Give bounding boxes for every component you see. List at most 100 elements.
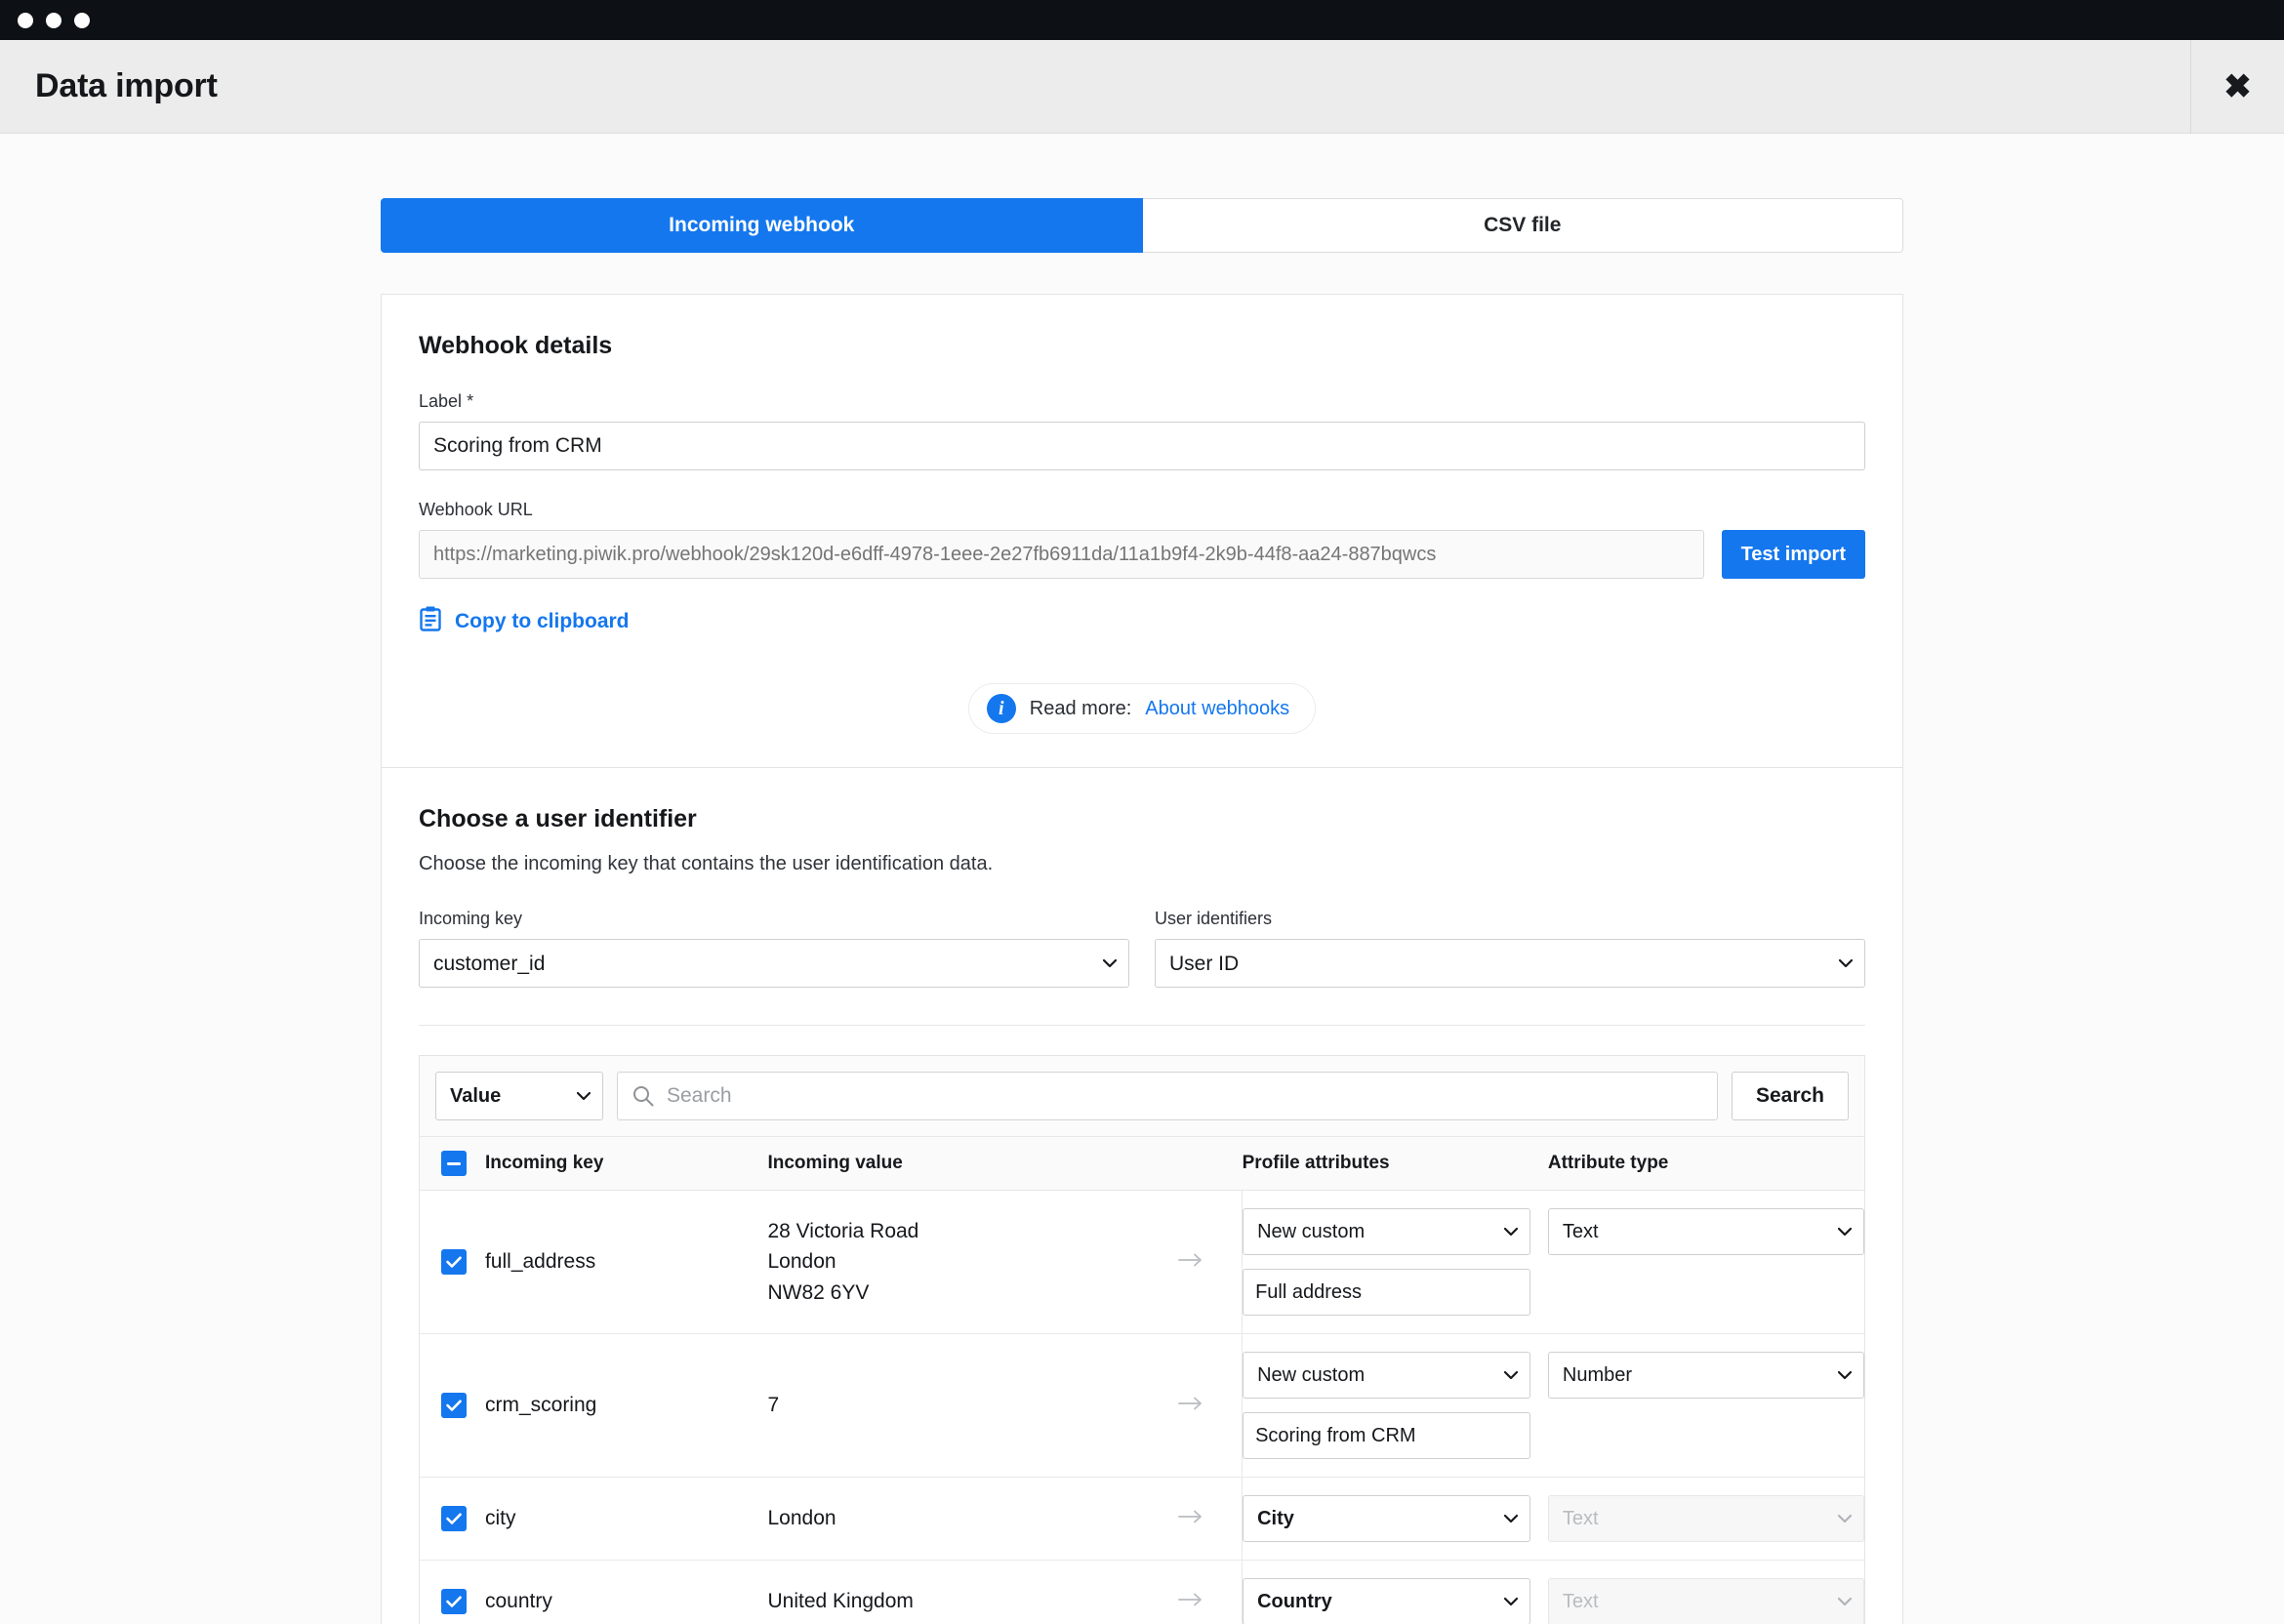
incoming-key-group: Incoming key customer_id — [419, 909, 1129, 988]
identifier-selects-row: Incoming key customer_id User identifier… — [419, 909, 1865, 988]
row-checkbox[interactable] — [441, 1506, 467, 1531]
label-field-label-text: Label — [419, 391, 462, 411]
incoming-key-select-wrap: customer_id — [419, 939, 1129, 988]
mapping-table-block: Value — [419, 1055, 1865, 1624]
attribute-type-select[interactable]: Number — [1548, 1352, 1864, 1399]
traffic-light-maximize[interactable] — [74, 13, 90, 28]
attribute-type-select-wrap: Text — [1548, 1578, 1864, 1624]
attribute-type-select: Text — [1548, 1578, 1864, 1624]
select-all-header-cell — [420, 1137, 485, 1191]
row-attribute-type-cell: Text — [1548, 1478, 1864, 1561]
info-icon: i — [987, 694, 1016, 723]
row-checkbox[interactable] — [441, 1589, 467, 1614]
about-webhooks-link[interactable]: About webhooks — [1145, 698, 1289, 720]
close-button[interactable]: ✖ — [2190, 40, 2284, 133]
mapping-table-body: full_address 28 Victoria Road London NW8… — [420, 1191, 1864, 1624]
row-incoming-key: full_address — [485, 1191, 768, 1334]
col-header-incoming-value: Incoming value — [767, 1137, 1176, 1191]
required-marker: * — [467, 391, 473, 411]
user-identifiers-select-wrap: User ID — [1155, 939, 1865, 988]
row-profile-attributes-cell: City — [1243, 1478, 1548, 1561]
row-arrow-cell — [1177, 1478, 1243, 1561]
profile-attribute-stack: Country — [1243, 1578, 1548, 1624]
user-identifiers-select[interactable]: User ID — [1155, 939, 1865, 988]
row-incoming-value-text: 28 Victoria Road London NW82 6YV — [767, 1220, 918, 1304]
profile-attribute-stack: City — [1243, 1495, 1548, 1542]
attribute-type-select: Text — [1548, 1495, 1864, 1542]
row-incoming-key: crm_scoring — [485, 1334, 768, 1478]
row-incoming-key: city — [485, 1478, 768, 1561]
profile-attribute-select[interactable]: New custom — [1243, 1208, 1530, 1255]
read-more-prefix: Read more: — [1030, 698, 1132, 720]
arrow-right-icon — [1177, 1590, 1204, 1612]
webhook-details-card: Webhook details Label * Webhook URL Test… — [381, 294, 1903, 768]
label-field-label: Label * — [419, 391, 1865, 412]
profile-attribute-stack: New custom — [1243, 1352, 1548, 1459]
row-attribute-type-cell: Text — [1548, 1561, 1864, 1624]
search-button[interactable]: Search — [1732, 1072, 1849, 1120]
label-input[interactable] — [419, 422, 1865, 470]
user-identifier-desc: Choose the incoming key that contains th… — [419, 853, 1865, 875]
col-header-profile-attributes: Profile attributes — [1243, 1137, 1548, 1191]
table-row: full_address 28 Victoria Road London NW8… — [420, 1191, 1864, 1334]
row-attribute-type-cell: Number — [1548, 1334, 1864, 1478]
search-field-wrap — [617, 1072, 1718, 1120]
row-arrow-cell — [1177, 1191, 1243, 1334]
row-checkbox-cell — [420, 1191, 485, 1334]
attribute-type-select[interactable]: Text — [1548, 1208, 1864, 1255]
user-identifiers-group: User identifiers User ID — [1155, 909, 1865, 988]
tab-incoming-webhook[interactable]: Incoming webhook — [381, 198, 1143, 253]
arrow-right-icon — [1177, 1507, 1204, 1529]
row-arrow-cell — [1177, 1561, 1243, 1624]
row-profile-attributes-cell: New custom — [1243, 1191, 1548, 1334]
webhook-url-group: Webhook URL Test import — [419, 500, 1865, 579]
traffic-light-close[interactable] — [18, 13, 33, 28]
profile-attribute-select-wrap: New custom — [1243, 1352, 1530, 1399]
profile-attribute-name-input[interactable] — [1243, 1269, 1530, 1316]
row-checkbox-cell — [420, 1334, 485, 1478]
profile-attribute-stack: New custom — [1243, 1208, 1548, 1316]
col-header-spacer — [1177, 1137, 1243, 1191]
profile-attribute-select[interactable]: City — [1243, 1495, 1530, 1542]
close-icon: ✖ — [2223, 70, 2252, 103]
attribute-type-select-wrap: Text — [1548, 1208, 1864, 1255]
table-row: country United Kingdom — [420, 1561, 1864, 1624]
row-profile-attributes-cell: New custom — [1243, 1334, 1548, 1478]
filter-by-select[interactable]: Value — [435, 1072, 603, 1120]
row-checkbox[interactable] — [441, 1249, 467, 1275]
tab-csv-file[interactable]: CSV file — [1143, 198, 1904, 253]
row-incoming-value: 28 Victoria Road London NW82 6YV — [767, 1191, 1176, 1334]
search-input[interactable] — [617, 1072, 1718, 1120]
webhook-details-card-inner: Webhook details Label * Webhook URL Test… — [382, 295, 1902, 767]
traffic-light-minimize[interactable] — [46, 13, 61, 28]
incoming-key-select[interactable]: customer_id — [419, 939, 1129, 988]
webhook-url-input[interactable] — [419, 530, 1704, 579]
col-header-incoming-key: Incoming key — [485, 1137, 768, 1191]
user-identifier-card-inner: Choose a user identifier Choose the inco… — [382, 768, 1902, 1624]
page-title: Data import — [35, 67, 218, 105]
webhook-details-title: Webhook details — [419, 332, 1865, 360]
arrow-right-icon — [1177, 1394, 1204, 1416]
copy-to-clipboard-button[interactable]: Copy to clipboard — [419, 606, 630, 636]
webhook-url-row: Test import — [419, 530, 1865, 579]
row-profile-attributes-cell: Country — [1243, 1561, 1548, 1624]
profile-attribute-select[interactable]: New custom — [1243, 1352, 1530, 1399]
row-attribute-type-cell: Text — [1548, 1191, 1864, 1334]
copy-to-clipboard-label: Copy to clipboard — [455, 610, 630, 633]
read-more-area: i Read more: About webhooks — [419, 683, 1865, 734]
mapping-table-toolbar: Value — [420, 1056, 1864, 1137]
user-identifiers-label: User identifiers — [1155, 909, 1865, 929]
modal-body: Incoming webhook CSV file Webhook detail… — [0, 134, 2284, 1624]
tab-csv-file-label: CSV file — [1484, 214, 1561, 237]
tab-incoming-webhook-label: Incoming webhook — [669, 214, 854, 237]
test-import-button[interactable]: Test import — [1722, 530, 1865, 579]
row-checkbox[interactable] — [441, 1393, 467, 1418]
arrow-right-icon — [1177, 1250, 1204, 1273]
profile-attribute-select[interactable]: Country — [1243, 1578, 1530, 1624]
select-all-checkbox[interactable] — [441, 1151, 467, 1176]
profile-attribute-name-input[interactable] — [1243, 1412, 1530, 1459]
modal-header: Data import ✖ — [0, 40, 2284, 134]
filter-select-wrap: Value — [435, 1072, 603, 1120]
table-row: city London — [420, 1478, 1864, 1561]
profile-attribute-select-wrap: New custom — [1243, 1208, 1530, 1255]
